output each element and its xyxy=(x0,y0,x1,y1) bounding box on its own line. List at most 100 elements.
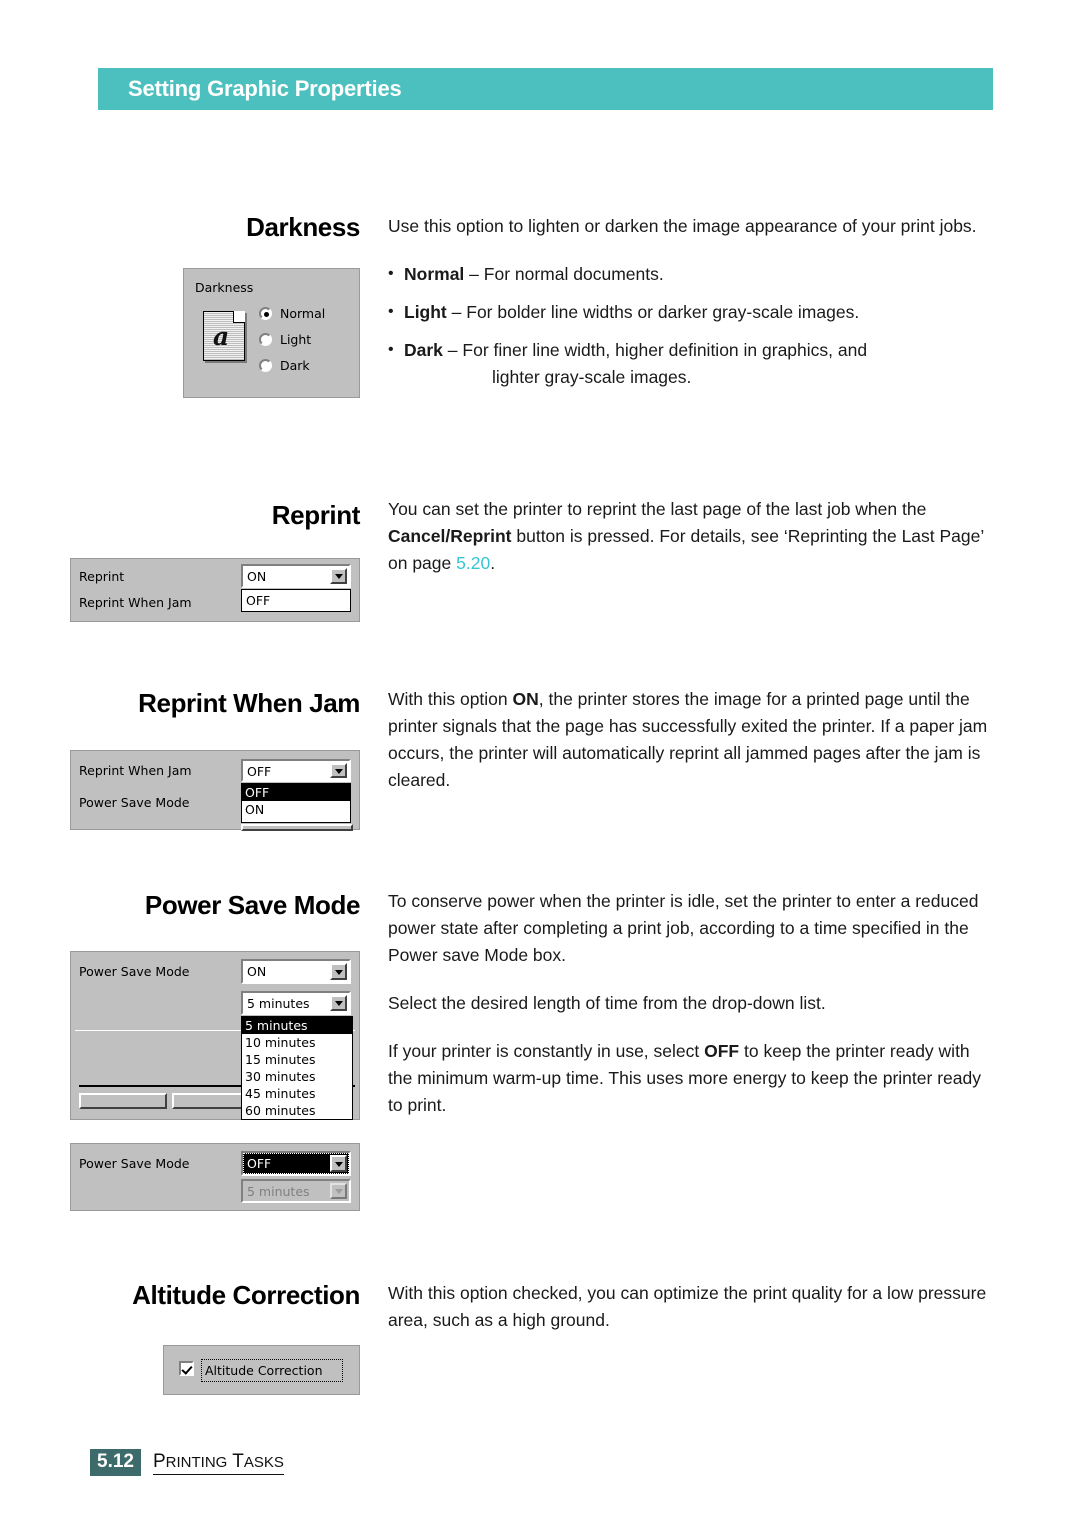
bullet-dash: – xyxy=(469,264,479,284)
reprint-body: You can set the printer to reprint the l… xyxy=(388,496,998,577)
run: With this option xyxy=(388,689,513,709)
section-heading-altitude-correction: Altitude Correction xyxy=(132,1280,360,1310)
dropdown-option-60-minutes[interactable]: 60 minutes xyxy=(242,1102,352,1119)
bullet-text: For bolder line widths or darker gray-sc… xyxy=(466,302,860,322)
altitude-correction-checkbox[interactable] xyxy=(179,1361,194,1376)
chevron-down-icon[interactable] xyxy=(330,995,347,1011)
rwj-dropdown-list[interactable]: OFF ON xyxy=(241,783,351,823)
reprint-when-jam-paragraph: With this option ON, the printer stores … xyxy=(388,686,998,794)
radio-knob-dark[interactable] xyxy=(259,359,272,372)
radio-label-normal: Normal xyxy=(280,306,326,321)
reprint-when-jam-body: With this option ON, the printer stores … xyxy=(388,686,998,794)
list-item: Light – For bolder line widths or darker… xyxy=(388,298,998,326)
darkness-body: Use this option to lighten or darken the… xyxy=(388,213,998,402)
psm-time-value: 5 minutes xyxy=(247,996,310,1011)
list-item: Dark – For finer line width, higher defi… xyxy=(388,336,998,391)
darkness-group-label: Darkness xyxy=(195,280,254,295)
dropdown-option-30-minutes[interactable]: 30 minutes xyxy=(242,1068,352,1085)
run: . xyxy=(490,553,496,573)
psm-off-time-combo: 5 minutes xyxy=(241,1179,351,1203)
rwj-row1-label: Reprint When Jam xyxy=(79,763,192,778)
power-save-paragraph-3: If your printer is constantly in use, se… xyxy=(388,1038,998,1119)
chevron-down-icon xyxy=(330,1183,347,1199)
darkness-dialog: Darkness a Normal Light Dark xyxy=(183,268,360,398)
page-title: Setting Graphic Properties xyxy=(128,76,402,101)
reprint-combo-value: ON xyxy=(247,569,267,584)
reprint-row-label: Reprint xyxy=(79,569,125,584)
page-fold-corner xyxy=(233,311,245,323)
power-save-dialog-on: Power Save Mode ON 5 minutes 5 minutes 1… xyxy=(70,951,360,1120)
reprint-combo[interactable]: ON xyxy=(241,564,351,588)
reprint-when-jam-combo[interactable]: OFF xyxy=(241,589,351,612)
dropdown-option-10-minutes[interactable]: 10 minutes xyxy=(242,1034,352,1051)
psm-row-label: Power Save Mode xyxy=(79,964,190,979)
chevron-down-icon[interactable] xyxy=(330,568,347,584)
altitude-correction-dialog: Altitude Correction xyxy=(163,1345,360,1395)
footer-section-label: PRINTING TASKS xyxy=(152,1451,284,1475)
bullet-dash: – xyxy=(447,340,458,360)
dropdown-option-45-minutes[interactable]: 45 minutes xyxy=(242,1085,352,1102)
dropdown-option-5-minutes[interactable]: 5 minutes xyxy=(242,1017,352,1034)
dropdown-option-15-minutes[interactable]: 15 minutes xyxy=(242,1051,352,1068)
psm-time-combo[interactable]: 5 minutes xyxy=(241,991,351,1015)
altitude-correction-checkbox-label: Altitude Correction xyxy=(205,1363,323,1378)
run: You can set the printer to reprint the l… xyxy=(388,499,927,519)
radio-knob-light[interactable] xyxy=(259,333,272,346)
psm-mode-value: ON xyxy=(247,964,267,979)
power-save-dialog-off: Power Save Mode OFF 5 minutes xyxy=(70,1143,360,1211)
reprint-when-jam-dialog: Reprint When Jam Power Save Mode OFF OFF… xyxy=(70,750,360,831)
power-save-paragraph-2: Select the desired length of time from t… xyxy=(388,993,826,1013)
run-bold: Cancel/Reprint xyxy=(388,526,512,546)
page-footer: 5.12 PRINTING TASKS xyxy=(90,1449,284,1476)
chevron-down-icon[interactable] xyxy=(330,1155,347,1172)
bullet-term: Dark xyxy=(404,340,443,360)
bullet-dash: – xyxy=(451,302,462,322)
radio-label-light: Light xyxy=(280,332,312,347)
altitude-body: With this option checked, you can optimi… xyxy=(388,1280,998,1334)
section-heading-reprint-when-jam: Reprint When Jam xyxy=(138,688,360,718)
darkness-intro: Use this option to lighten or darken the… xyxy=(388,216,977,236)
psm-off-time-value: 5 minutes xyxy=(247,1184,310,1199)
reprint-dialog: Reprint Reprint When Jam ON OFF xyxy=(70,558,360,622)
rwj-combo[interactable]: OFF xyxy=(241,759,351,782)
run: If your printer is constantly in use, se… xyxy=(388,1041,705,1061)
psm-off-mode-combo[interactable]: OFF xyxy=(241,1151,351,1176)
rwj-combo-value: OFF xyxy=(247,764,272,779)
chevron-down-icon[interactable] xyxy=(330,963,347,980)
psm-mode-combo[interactable]: ON xyxy=(241,959,351,984)
chevron-down-icon[interactable] xyxy=(330,763,347,778)
list-item: Normal – For normal documents. xyxy=(388,260,998,288)
rwj-row2-label: Power Save Mode xyxy=(79,795,190,810)
dialog-button-left[interactable] xyxy=(79,1093,167,1109)
bullet-text: For finer line width, higher definition … xyxy=(462,340,868,360)
dropdown-option-on[interactable]: ON xyxy=(242,801,350,818)
darkness-bullet-list: Normal – For normal documents. Light – F… xyxy=(388,260,998,391)
bullet-text-cont: lighter gray-scale images. xyxy=(492,367,692,387)
page-header-band: Setting Graphic Properties xyxy=(98,68,993,110)
psm-time-dropdown-list[interactable]: 5 minutes 10 minutes 15 minutes 30 minut… xyxy=(241,1016,353,1120)
power-save-body: To conserve power when the printer is id… xyxy=(388,888,998,1119)
document-a-icon: a xyxy=(203,311,245,361)
power-save-paragraph-1: To conserve power when the printer is id… xyxy=(388,891,979,965)
radio-label-dark: Dark xyxy=(280,358,310,373)
reprint-when-jam-row-label: Reprint When Jam xyxy=(79,595,192,610)
letter-a-glyph: a xyxy=(213,322,230,351)
radio-knob-normal[interactable] xyxy=(259,307,272,320)
page-reference[interactable]: 5.20 xyxy=(456,553,490,573)
bullet-term: Normal xyxy=(404,264,465,284)
altitude-paragraph: With this option checked, you can optimi… xyxy=(388,1283,987,1330)
psm-off-row-label: Power Save Mode xyxy=(79,1156,190,1171)
bullet-term: Light xyxy=(404,302,447,322)
reprint-paragraph: You can set the printer to reprint the l… xyxy=(388,496,998,577)
dropdown-option-off[interactable]: OFF xyxy=(242,784,350,801)
run-bold: ON xyxy=(512,689,539,709)
section-heading-darkness: Darkness xyxy=(246,212,360,242)
bullet-text: For normal documents. xyxy=(483,264,664,284)
dialog-edge-bar xyxy=(241,824,353,831)
run-bold: OFF xyxy=(704,1041,740,1061)
footer-page-number: 5.12 xyxy=(90,1449,141,1476)
reprint-when-jam-combo-value: OFF xyxy=(246,593,271,608)
section-heading-reprint: Reprint xyxy=(271,500,361,530)
section-heading-power-save-mode: Power Save Mode xyxy=(144,890,360,920)
psm-off-mode-value: OFF xyxy=(247,1156,272,1171)
